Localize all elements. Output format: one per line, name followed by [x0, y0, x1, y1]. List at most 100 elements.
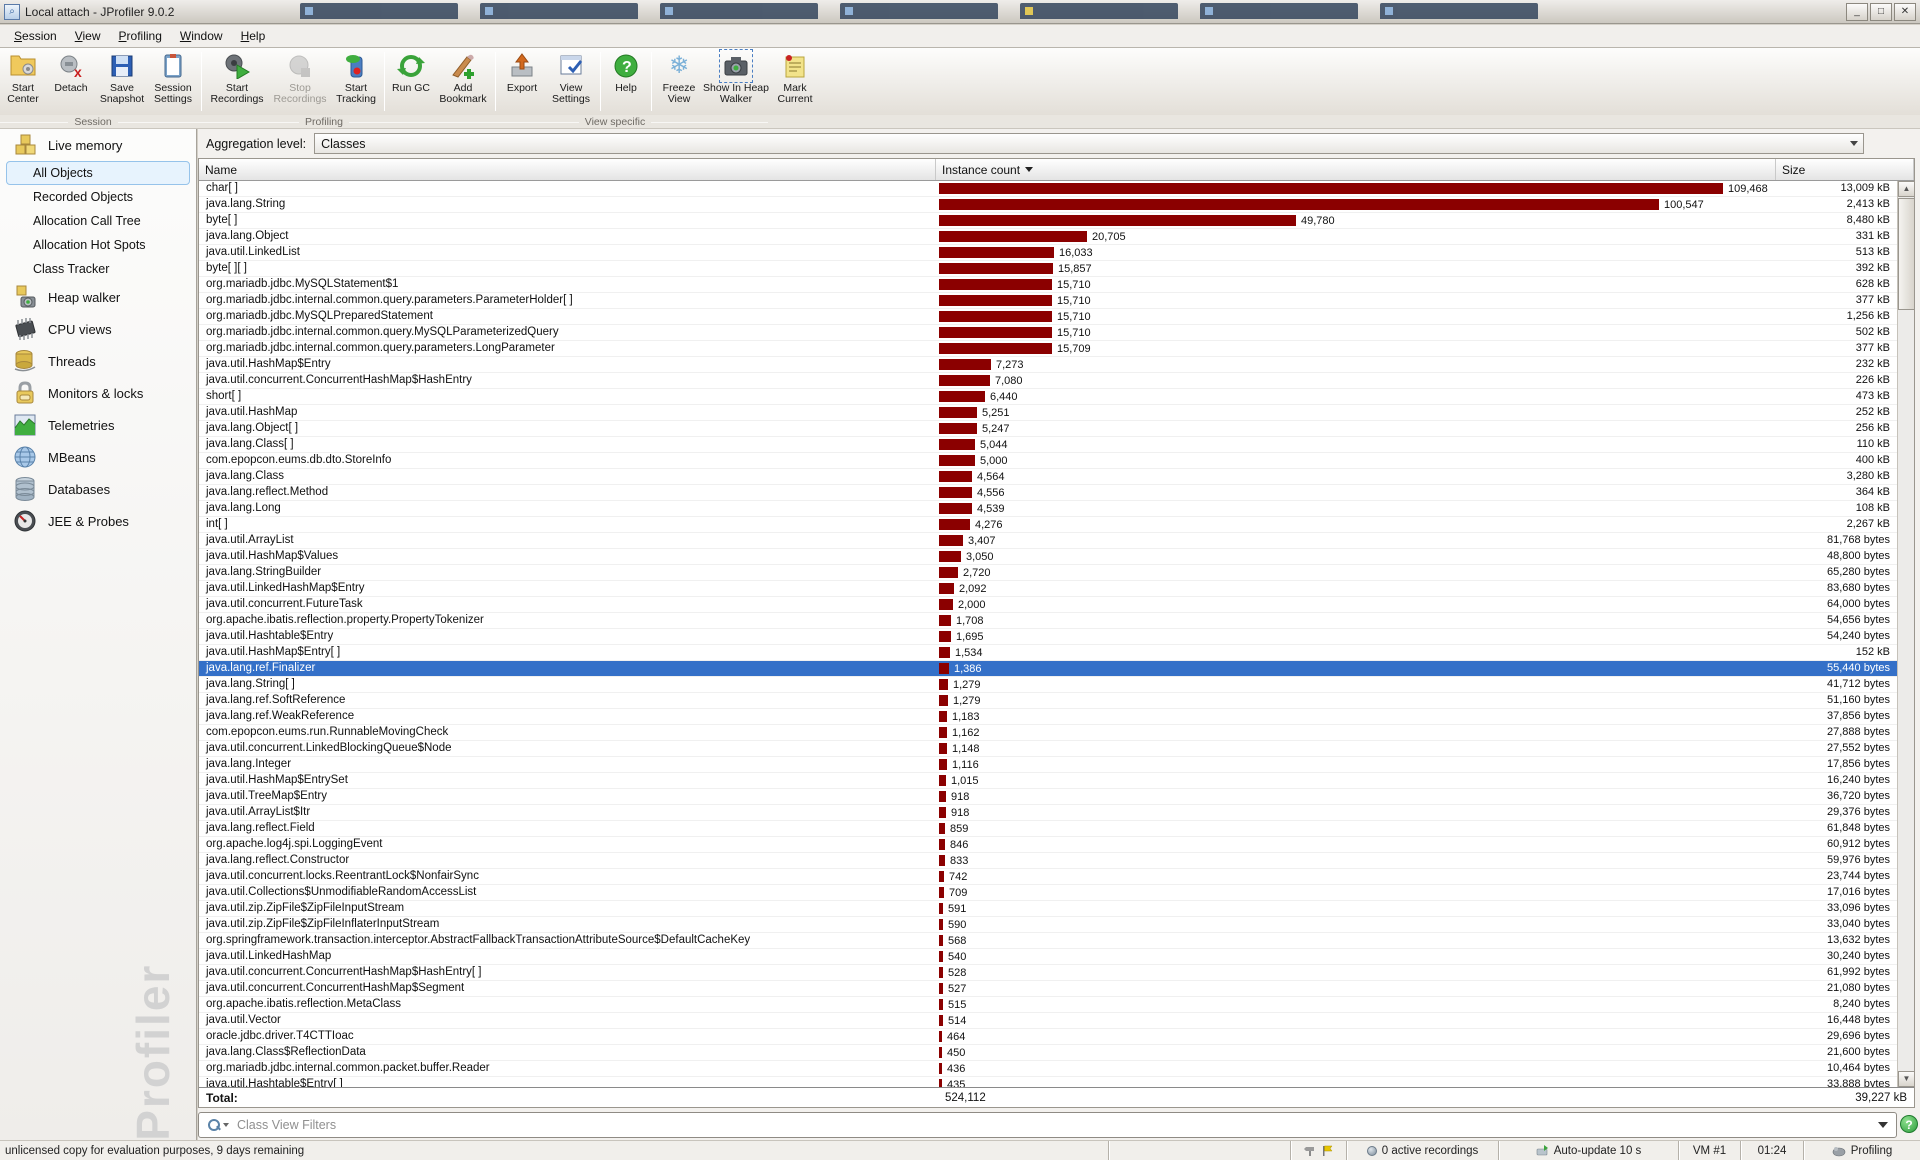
- sidebar-item-recorded-objects[interactable]: Recorded Objects: [0, 185, 196, 209]
- table-row[interactable]: java.lang.reflect.Constructor83359,976 b…: [199, 853, 1897, 869]
- show-in-heap-walker-button[interactable]: Show In Heap Walker: [703, 48, 769, 115]
- table-row[interactable]: java.util.Hashtable$Entry1,69554,240 byt…: [199, 629, 1897, 645]
- table-row[interactable]: com.epopcon.eums.db.dto.StoreInfo5,00040…: [199, 453, 1897, 469]
- table-row[interactable]: java.lang.ref.Finalizer1,38655,440 bytes: [199, 661, 1897, 677]
- table-row[interactable]: java.lang.ref.SoftReference1,27951,160 b…: [199, 693, 1897, 709]
- table-row[interactable]: java.lang.StringBuilder2,72065,280 bytes: [199, 565, 1897, 581]
- table-row[interactable]: byte[ ][ ]15,857392 kB: [199, 261, 1897, 277]
- table-row[interactable]: java.util.ArrayList3,40781,768 bytes: [199, 533, 1897, 549]
- maximize-button[interactable]: □: [1870, 3, 1892, 21]
- freeze-view-button[interactable]: ❄Freeze View: [655, 48, 703, 115]
- sidebar-item-threads[interactable]: Threads: [0, 345, 196, 377]
- table-row[interactable]: java.util.Hashtable$Entry[ ]43533,888 by…: [199, 1077, 1897, 1087]
- minimize-button[interactable]: _: [1846, 3, 1868, 21]
- status-active-recordings[interactable]: 0 active recordings: [1346, 1141, 1498, 1160]
- table-row[interactable]: java.lang.ref.WeakReference1,18337,856 b…: [199, 709, 1897, 725]
- sidebar-item-databases[interactable]: Databases: [0, 473, 196, 505]
- class-view-filters-input[interactable]: Class View Filters: [198, 1112, 1897, 1138]
- table-row[interactable]: java.util.HashMap5,251252 kB: [199, 405, 1897, 421]
- table-row[interactable]: java.util.LinkedHashMap$Entry2,09283,680…: [199, 581, 1897, 597]
- table-row[interactable]: java.util.zip.ZipFile$ZipFileInputStream…: [199, 901, 1897, 917]
- table-row[interactable]: java.lang.reflect.Field85961,848 bytes: [199, 821, 1897, 837]
- export-button[interactable]: Export: [499, 48, 545, 115]
- table-row[interactable]: org.mariadb.jdbc.MySQLPreparedStatement1…: [199, 309, 1897, 325]
- scroll-down-button[interactable]: ▼: [1898, 1071, 1915, 1087]
- table-row[interactable]: java.lang.Object[ ]5,247256 kB: [199, 421, 1897, 437]
- sidebar-item-heap-walker[interactable]: Heap walker: [0, 281, 196, 313]
- sidebar-item-class-tracker[interactable]: Class Tracker: [0, 257, 196, 281]
- table-row[interactable]: java.util.LinkedList16,033513 kB: [199, 245, 1897, 261]
- table-row[interactable]: org.mariadb.jdbc.MySQLStatement$115,7106…: [199, 277, 1897, 293]
- table-row[interactable]: org.mariadb.jdbc.internal.common.query.M…: [199, 325, 1897, 341]
- table-row[interactable]: org.mariadb.jdbc.internal.common.query.p…: [199, 341, 1897, 357]
- table-row[interactable]: java.util.concurrent.ConcurrentHashMap$H…: [199, 965, 1897, 981]
- table-row[interactable]: org.apache.log4j.spi.LoggingEvent84660,9…: [199, 837, 1897, 853]
- table-row[interactable]: org.mariadb.jdbc.internal.common.query.p…: [199, 293, 1897, 309]
- run-gc-button[interactable]: Run GC: [388, 48, 434, 115]
- search-options-arrow-icon[interactable]: [223, 1123, 229, 1127]
- table-row[interactable]: int[ ]4,2762,267 kB: [199, 517, 1897, 533]
- table-row[interactable]: char[ ]109,46813,009 kB: [199, 181, 1897, 197]
- table-row[interactable]: oracle.jdbc.driver.T4CTTIoac46429,696 by…: [199, 1029, 1897, 1045]
- table-row[interactable]: java.util.HashMap$Entry[ ]1,534152 kB: [199, 645, 1897, 661]
- table-row[interactable]: java.util.HashMap$Values3,05048,800 byte…: [199, 549, 1897, 565]
- status-auto-update[interactable]: Auto-update 10 s: [1498, 1141, 1678, 1160]
- menu-session[interactable]: Session: [6, 27, 65, 45]
- table-row[interactable]: java.lang.String100,5472,413 kB: [199, 197, 1897, 213]
- table-row[interactable]: java.lang.Class$ReflectionData45021,600 …: [199, 1045, 1897, 1061]
- table-row[interactable]: java.lang.Class[ ]5,044110 kB: [199, 437, 1897, 453]
- table-row[interactable]: java.lang.Class4,5643,280 kB: [199, 469, 1897, 485]
- table-row[interactable]: java.lang.reflect.Method4,556364 kB: [199, 485, 1897, 501]
- table-row[interactable]: byte[ ]49,7808,480 kB: [199, 213, 1897, 229]
- start-tracking-button[interactable]: Start Tracking: [331, 48, 381, 115]
- start-recordings-button[interactable]: Start Recordings: [205, 48, 269, 115]
- table-row[interactable]: java.util.HashMap$Entry7,273232 kB: [199, 357, 1897, 373]
- table-row[interactable]: java.util.concurrent.FutureTask2,00064,0…: [199, 597, 1897, 613]
- aggregation-level-select[interactable]: Classes: [314, 133, 1864, 154]
- flag-icon[interactable]: [1321, 1145, 1333, 1157]
- filter-dropdown-icon[interactable]: [1878, 1122, 1888, 1128]
- table-row[interactable]: java.util.HashMap$EntrySet1,01516,240 by…: [199, 773, 1897, 789]
- table-row[interactable]: java.lang.Object20,705331 kB: [199, 229, 1897, 245]
- table-row[interactable]: java.util.LinkedHashMap54030,240 bytes: [199, 949, 1897, 965]
- column-header-size[interactable]: Size: [1776, 159, 1914, 180]
- help-button[interactable]: ?Help: [604, 48, 648, 115]
- menu-view[interactable]: View: [67, 27, 109, 45]
- table-row[interactable]: org.apache.ibatis.reflection.property.Pr…: [199, 613, 1897, 629]
- scrollbar-thumb[interactable]: [1898, 198, 1915, 310]
- menu-window[interactable]: Window: [172, 27, 231, 45]
- table-row[interactable]: java.util.ArrayList$Itr91829,376 bytes: [199, 805, 1897, 821]
- table-row[interactable]: java.util.zip.ZipFile$ZipFileInflaterInp…: [199, 917, 1897, 933]
- table-row[interactable]: java.util.Vector51416,448 bytes: [199, 1013, 1897, 1029]
- start-center-button[interactable]: Start Center: [0, 48, 46, 115]
- table-row[interactable]: short[ ]6,440473 kB: [199, 389, 1897, 405]
- close-button[interactable]: ✕: [1894, 3, 1916, 21]
- table-row[interactable]: org.springframework.transaction.intercep…: [199, 933, 1897, 949]
- table-row[interactable]: java.util.concurrent.LinkedBlockingQueue…: [199, 741, 1897, 757]
- sidebar-item-live-memory[interactable]: Live memory: [0, 129, 196, 161]
- mark-current-button[interactable]: Mark Current: [769, 48, 821, 115]
- sidebar-item-telemetries[interactable]: Telemetries: [0, 409, 196, 441]
- table-row[interactable]: java.util.TreeMap$Entry91836,720 bytes: [199, 789, 1897, 805]
- table-row[interactable]: java.lang.String[ ]1,27941,712 bytes: [199, 677, 1897, 693]
- table-row[interactable]: org.apache.ibatis.reflection.MetaClass51…: [199, 997, 1897, 1013]
- table-row[interactable]: java.util.concurrent.locks.ReentrantLock…: [199, 869, 1897, 885]
- sidebar-item-cpu-views[interactable]: CPU views: [0, 313, 196, 345]
- save-snapshot-button[interactable]: Save Snapshot: [96, 48, 148, 115]
- menu-help[interactable]: Help: [233, 27, 274, 45]
- sidebar-item-monitors-locks[interactable]: Monitors & locks: [0, 377, 196, 409]
- sidebar-item-mbeans[interactable]: MBeans: [0, 441, 196, 473]
- table-row[interactable]: org.mariadb.jdbc.internal.common.packet.…: [199, 1061, 1897, 1077]
- column-header-instance-count[interactable]: Instance count: [936, 159, 1776, 180]
- table-row[interactable]: java.lang.Integer1,11617,856 bytes: [199, 757, 1897, 773]
- sidebar-item-jee-probes[interactable]: JEE & Probes: [0, 505, 196, 537]
- menu-profiling[interactable]: Profiling: [111, 27, 170, 45]
- column-header-name[interactable]: Name: [199, 159, 936, 180]
- add-bookmark-button[interactable]: Add Bookmark: [434, 48, 492, 115]
- scroll-up-button[interactable]: ▲: [1898, 181, 1915, 197]
- sidebar-item-allocation-call-tree[interactable]: Allocation Call Tree: [0, 209, 196, 233]
- table-row[interactable]: java.util.concurrent.ConcurrentHashMap$H…: [199, 373, 1897, 389]
- table-row[interactable]: java.lang.Long4,539108 kB: [199, 501, 1897, 517]
- vertical-scrollbar[interactable]: ▲ ▼: [1897, 181, 1914, 1087]
- table-row[interactable]: com.epopcon.eums.run.RunnableMovingCheck…: [199, 725, 1897, 741]
